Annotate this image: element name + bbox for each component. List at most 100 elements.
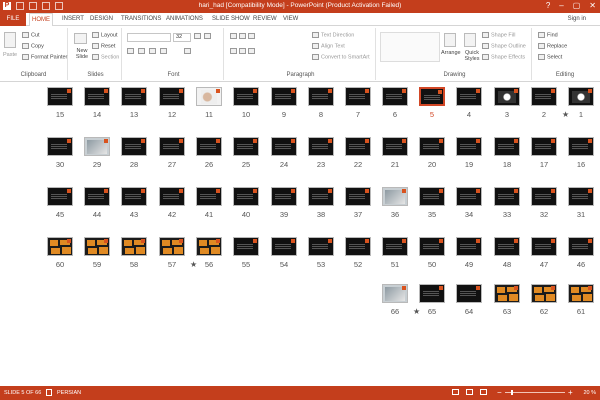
font-size-combo[interactable]: 32: [173, 33, 191, 42]
slide-thumbnail-50[interactable]: [419, 237, 445, 256]
quick-styles-icon[interactable]: [464, 33, 476, 47]
paste-icon[interactable]: [4, 32, 16, 48]
language-indicator[interactable]: PERSIAN: [57, 390, 81, 396]
reading-view-icon[interactable]: [480, 389, 487, 395]
tab-insert[interactable]: INSERT: [60, 13, 86, 26]
slide-thumbnail-47[interactable]: [531, 237, 557, 256]
cut-button[interactable]: Cut: [22, 32, 40, 38]
select-button[interactable]: Select: [538, 54, 562, 60]
sign-in-link[interactable]: Sign in: [568, 16, 586, 22]
shape-outline-button[interactable]: Shape Outline: [482, 43, 526, 49]
slide-thumbnail-15[interactable]: [47, 87, 73, 106]
slide-thumbnail-52[interactable]: [345, 237, 371, 256]
reset-button[interactable]: Reset: [92, 43, 115, 49]
arrange-button[interactable]: Arrange: [441, 50, 461, 56]
maximize-button[interactable]: ▢: [573, 1, 581, 10]
tab-home[interactable]: HOME: [29, 13, 53, 27]
slide-thumbnail-59[interactable]: [84, 237, 110, 256]
slide-thumbnail-20[interactable]: [419, 137, 445, 156]
slide-thumbnail-55[interactable]: [233, 237, 259, 256]
tab-design[interactable]: DESIGN: [88, 13, 115, 26]
slide-thumbnail-66[interactable]: [382, 284, 408, 303]
replace-button[interactable]: Replace: [538, 43, 567, 49]
copy-button[interactable]: Copy: [22, 43, 44, 49]
section-button[interactable]: Section: [92, 54, 119, 60]
tab-file[interactable]: FILE: [0, 13, 26, 26]
tab-slide-show[interactable]: SLIDE SHOW: [210, 13, 252, 26]
paste-button[interactable]: Paste: [3, 52, 17, 58]
slide-thumbnail-4[interactable]: [456, 87, 482, 106]
slide-thumbnail-41[interactable]: [196, 187, 222, 206]
close-button[interactable]: ✕: [589, 1, 596, 10]
slide-thumbnail-13[interactable]: [121, 87, 147, 106]
slide-thumbnail-42[interactable]: [159, 187, 185, 206]
slide-thumbnail-11[interactable]: [196, 87, 222, 106]
normal-view-icon[interactable]: [452, 389, 459, 395]
slide-thumbnail-29[interactable]: [84, 137, 110, 156]
slide-thumbnail-32[interactable]: [531, 187, 557, 206]
convert-smartart-button[interactable]: Convert to SmartArt: [312, 54, 370, 60]
arrange-icon[interactable]: [444, 33, 456, 47]
slide-thumbnail-45[interactable]: [47, 187, 73, 206]
zoom-slider[interactable]: [505, 390, 565, 395]
slide-thumbnail-23[interactable]: [308, 137, 334, 156]
slide-thumbnail-31[interactable]: [568, 187, 594, 206]
slide-thumbnail-14[interactable]: [84, 87, 110, 106]
slide-thumbnail-46[interactable]: [568, 237, 594, 256]
slide-thumbnail-39[interactable]: [271, 187, 297, 206]
zoom-level[interactable]: 20 %: [583, 390, 596, 396]
shape-fill-button[interactable]: Shape Fill: [482, 32, 515, 38]
slide-thumbnail-5[interactable]: [419, 87, 445, 106]
minimize-button[interactable]: –: [559, 1, 563, 10]
slide-thumbnail-12[interactable]: [159, 87, 185, 106]
new-slide-icon[interactable]: [74, 33, 87, 44]
bullets-icon[interactable]: [230, 33, 257, 39]
slide-thumbnail-57[interactable]: [159, 237, 185, 256]
slide-thumbnail-25[interactable]: [233, 137, 259, 156]
slide-sorter-view-icon[interactable]: [466, 389, 473, 395]
slide-thumbnail-7[interactable]: [345, 87, 371, 106]
shadow-icon[interactable]: [160, 48, 169, 54]
slide-thumbnail-16[interactable]: [568, 137, 594, 156]
slide-thumbnail-36[interactable]: [382, 187, 408, 206]
slide-thumbnail-22[interactable]: [345, 137, 371, 156]
layout-button[interactable]: Layout: [92, 32, 118, 38]
font-name-combo[interactable]: [127, 33, 171, 42]
grow-font-icon[interactable]: [194, 33, 203, 39]
new-slide-button[interactable]: New Slide: [72, 48, 92, 60]
slide-thumbnail-40[interactable]: [233, 187, 259, 206]
slide-thumbnail-6[interactable]: [382, 87, 408, 106]
slide-thumbnail-30[interactable]: [47, 137, 73, 156]
slide-thumbnail-48[interactable]: [494, 237, 520, 256]
slide-thumbnail-18[interactable]: [494, 137, 520, 156]
slide-thumbnail-27[interactable]: [159, 137, 185, 156]
find-button[interactable]: Find: [538, 32, 558, 38]
slide-thumbnail-54[interactable]: [271, 237, 297, 256]
slide-thumbnail-65[interactable]: [419, 284, 445, 303]
slide-thumbnail-58[interactable]: [121, 237, 147, 256]
slide-thumbnail-53[interactable]: [308, 237, 334, 256]
bold-icon[interactable]: [127, 48, 136, 54]
slide-thumbnail-19[interactable]: [456, 137, 482, 156]
quick-styles-button[interactable]: Quick Styles: [462, 50, 482, 62]
tab-animations[interactable]: ANIMATIONS: [164, 13, 205, 26]
slide-thumbnail-37[interactable]: [345, 187, 371, 206]
shapes-gallery[interactable]: [380, 32, 440, 62]
slide-thumbnail-21[interactable]: [382, 137, 408, 156]
slide-thumbnail-61[interactable]: [568, 284, 594, 303]
text-direction-button[interactable]: Text Direction: [312, 32, 354, 38]
slide-thumbnail-34[interactable]: [456, 187, 482, 206]
slide-thumbnail-49[interactable]: [456, 237, 482, 256]
slide-thumbnail-33[interactable]: [494, 187, 520, 206]
tab-transitions[interactable]: TRANSITIONS: [119, 13, 163, 26]
slide-thumbnail-9[interactable]: [271, 87, 297, 106]
slide-thumbnail-10[interactable]: [233, 87, 259, 106]
slide-thumbnail-3[interactable]: [494, 87, 520, 106]
slide-thumbnail-38[interactable]: [308, 187, 334, 206]
format-painter-button[interactable]: Format Painter: [22, 54, 67, 60]
slide-thumbnail-63[interactable]: [494, 284, 520, 303]
slide-thumbnail-43[interactable]: [121, 187, 147, 206]
slide-thumbnail-26[interactable]: [196, 137, 222, 156]
tab-view[interactable]: VIEW: [281, 13, 300, 26]
slide-thumbnail-2[interactable]: [531, 87, 557, 106]
